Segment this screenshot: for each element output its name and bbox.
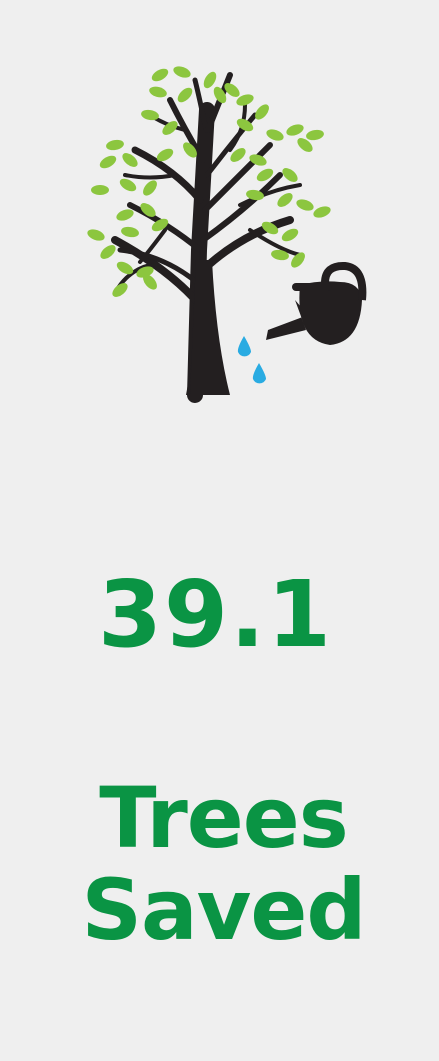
watering-can-icon (266, 261, 367, 345)
label-line-1: Trees (99, 769, 348, 867)
tree-watering-can-icon (0, 0, 439, 420)
water-drops-icon (237, 336, 266, 384)
trees-saved-value: 39.1 (98, 561, 333, 668)
label-line-2: Saved (81, 861, 366, 959)
trees-saved-label: Trees Saved (0, 772, 439, 956)
